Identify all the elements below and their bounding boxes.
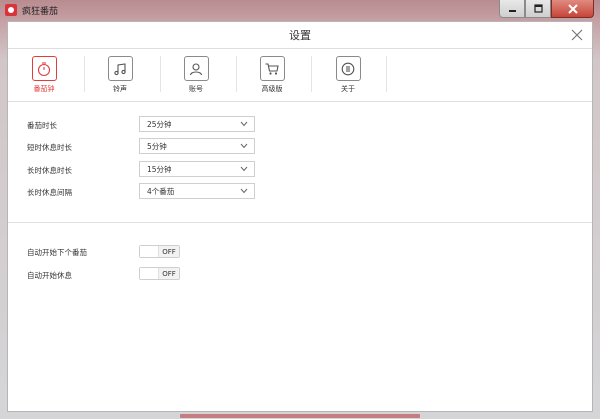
select-value: 4个番茄 xyxy=(147,186,175,196)
tab-divider xyxy=(160,56,161,92)
toggle-knob xyxy=(140,246,159,257)
user-icon xyxy=(183,56,209,81)
chevron-down-icon xyxy=(240,166,248,172)
chevron-down-icon xyxy=(240,188,248,194)
toggle-state: OFF xyxy=(159,246,179,257)
settings-tabs: 番茄钟 铃声 账号 高级版 关于 xyxy=(8,50,592,102)
select-value: 15分钟 xyxy=(147,164,172,174)
dialog-header: 设置 xyxy=(8,22,592,49)
tab-label: 关于 xyxy=(341,85,355,93)
tab-divider xyxy=(84,56,85,92)
short-break-label: 短时休息时长 xyxy=(27,143,72,152)
long-break-interval-label: 长时休息间隔 xyxy=(27,188,72,197)
tab-ringtone[interactable]: 铃声 xyxy=(92,56,148,96)
window-frame: 疯狂番茄 设置 番茄钟 铃声 账号 高级版 关于 番茄时长 25分钟 短时休息时… xyxy=(0,0,600,419)
tab-pomodoro[interactable]: 番茄钟 xyxy=(16,56,72,96)
chevron-down-icon xyxy=(240,143,248,149)
stopwatch-icon xyxy=(31,56,57,81)
titlebar[interactable]: 疯狂番茄 xyxy=(0,0,600,20)
chevron-down-icon xyxy=(240,121,248,127)
tab-label: 铃声 xyxy=(113,85,127,93)
info-icon xyxy=(335,56,361,81)
tab-label: 高级版 xyxy=(261,85,283,93)
tab-account[interactable]: 账号 xyxy=(168,56,224,96)
settings-dialog: 设置 番茄钟 铃声 账号 高级版 关于 番茄时长 25分钟 短时休息时长 5分钟… xyxy=(7,21,593,412)
maximize-icon xyxy=(533,4,543,13)
toggle-knob xyxy=(140,268,159,279)
close-icon xyxy=(571,29,583,41)
close-window-button[interactable] xyxy=(551,0,594,18)
pomodoro-length-select[interactable]: 25分钟 xyxy=(139,116,255,132)
app-title: 疯狂番茄 xyxy=(22,6,59,17)
section-divider xyxy=(8,222,592,223)
dialog-title: 设置 xyxy=(289,29,311,42)
tab-about[interactable]: 关于 xyxy=(320,56,376,96)
tab-label: 账号 xyxy=(189,85,203,93)
maximize-button[interactable] xyxy=(525,0,551,18)
dialog-close-button[interactable] xyxy=(570,28,584,42)
short-break-select[interactable]: 5分钟 xyxy=(139,138,255,154)
long-break-interval-select[interactable]: 4个番茄 xyxy=(139,183,255,199)
tab-divider xyxy=(311,56,312,92)
auto-start-next-toggle[interactable]: OFF xyxy=(139,245,180,258)
select-value: 5分钟 xyxy=(147,141,167,151)
close-icon xyxy=(567,3,578,14)
window-controls xyxy=(499,0,594,18)
cart-icon xyxy=(259,56,285,81)
tab-divider xyxy=(386,56,387,92)
long-break-select[interactable]: 15分钟 xyxy=(139,161,255,177)
pomodoro-length-label: 番茄时长 xyxy=(27,121,57,130)
auto-start-break-label: 自动开始休息 xyxy=(27,271,72,280)
tab-divider xyxy=(236,56,237,92)
taskbar-edge xyxy=(180,414,420,418)
auto-start-break-toggle[interactable]: OFF xyxy=(139,267,180,280)
tab-premium[interactable]: 高级版 xyxy=(244,56,300,96)
tab-label: 番茄钟 xyxy=(33,85,55,93)
select-value: 25分钟 xyxy=(147,119,172,129)
toggle-state: OFF xyxy=(159,268,179,279)
minimize-icon xyxy=(508,10,516,12)
auto-start-next-label: 自动开始下个番茄 xyxy=(27,248,87,257)
music-note-icon xyxy=(107,56,133,81)
app-logo-icon xyxy=(5,4,17,16)
long-break-label: 长时休息时长 xyxy=(27,166,72,175)
minimize-button[interactable] xyxy=(499,0,525,18)
